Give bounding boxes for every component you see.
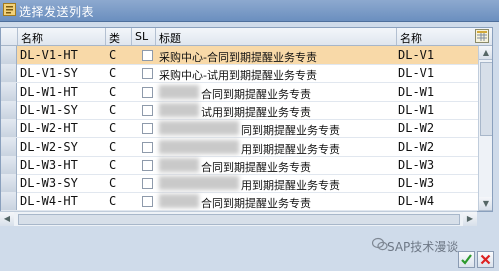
redacted-region (159, 176, 239, 191)
redacted-region (159, 139, 239, 154)
row-selector[interactable] (1, 100, 17, 119)
table-settings-icon[interactable] (475, 29, 489, 43)
table-row[interactable]: DL-W2-HT C 同到期提醒业务专责 DL-W2 (1, 119, 492, 139)
table-row[interactable]: DL-W3-HT C 合同到期提醒业务专责 DL-W3 (1, 155, 492, 175)
cell-title: 同到期提醒业务专责 (241, 124, 340, 138)
cell-type: C (109, 102, 117, 117)
cell-name: DL-V1-SY (20, 66, 78, 81)
column-header-type[interactable]: 类 (109, 30, 120, 46)
cell-name2: DL-V1 (398, 66, 435, 81)
watermark-text: SAP技术漫谈 (387, 240, 459, 254)
row-selector[interactable] (1, 137, 17, 156)
cell-name: DL-W1-SY (20, 102, 78, 117)
column-header-name2[interactable]: 名称 (400, 30, 422, 46)
select-all-corner[interactable] (1, 28, 18, 45)
sl-checkbox[interactable] (142, 123, 153, 135)
sl-checkbox[interactable] (142, 196, 153, 208)
cell-name2: DL-V1 (398, 48, 435, 62)
redacted-region (159, 157, 199, 172)
redacted-region (159, 84, 199, 99)
cell-name2: DL-W4 (398, 194, 435, 209)
cell-type: C (109, 121, 117, 136)
table-row[interactable]: DL-W1-HT C 合同到期提醒业务专责 DL-W1 (1, 82, 492, 102)
cell-name2: DL-W1 (398, 84, 435, 99)
cancel-button[interactable] (477, 251, 494, 268)
sl-checkbox[interactable] (142, 141, 153, 153)
cell-title: 合同到期提醒业务专责 (201, 160, 311, 174)
redacted-region (159, 102, 199, 117)
sl-checkbox[interactable] (142, 159, 153, 171)
cell-title: 采购中心-试用到期提醒业务专责 (159, 69, 317, 83)
scroll-thumb[interactable] (480, 62, 492, 136)
redacted-region (159, 121, 239, 136)
cell-name: DL-W2-HT (20, 121, 78, 136)
vertical-scrollbar[interactable]: ▲ ▼ (478, 46, 492, 211)
row-selector[interactable] (1, 155, 17, 174)
row-selector[interactable] (1, 192, 17, 211)
wechat-icon (372, 237, 388, 251)
sl-checkbox[interactable] (142, 68, 153, 80)
cell-name2: DL-W2 (398, 139, 435, 154)
table-row[interactable]: DL-W2-SY C 用到期提醒业务专责 DL-W2 (1, 137, 492, 157)
table-row[interactable]: DL-V1-SY C 采购中心-试用到期提醒业务专责 DL-V1 (1, 64, 492, 84)
row-selector[interactable] (1, 119, 17, 138)
cell-name: DL-W4-HT (20, 194, 78, 209)
cell-type: C (109, 84, 117, 99)
cell-title: 合同到期提醒业务专责 (201, 197, 311, 211)
sl-checkbox[interactable] (142, 50, 153, 61)
sl-checkbox[interactable] (142, 86, 153, 98)
table-row[interactable]: DL-W3-SY C 用到期提醒业务专责 DL-W3 (1, 174, 492, 194)
checkmark-icon (461, 254, 472, 265)
column-header-name[interactable]: 名称 (21, 30, 43, 46)
cell-type: C (109, 157, 117, 172)
cancel-icon (480, 254, 491, 265)
window-icon (3, 3, 16, 16)
row-selector[interactable] (1, 82, 17, 101)
cell-type: C (109, 66, 117, 81)
cell-type: C (109, 176, 117, 191)
cell-name2: DL-W3 (398, 157, 435, 172)
sl-checkbox[interactable] (142, 178, 153, 190)
row-selector[interactable] (1, 174, 17, 193)
cell-name2: DL-W1 (398, 102, 435, 117)
cell-name: DL-W3-SY (20, 176, 78, 191)
sl-checkbox[interactable] (142, 104, 153, 116)
table-row[interactable]: DL-W4-HT C 合同到期提醒业务专责 DL-W4 (1, 192, 492, 211)
redacted-region (159, 194, 199, 209)
table-header: 名称 类 SL 标题 名称 (1, 28, 492, 46)
column-header-title[interactable]: 标题 (159, 30, 181, 46)
scroll-right-icon[interactable]: ▶ (463, 212, 477, 226)
cell-type: C (109, 48, 117, 62)
horizontal-scrollbar[interactable]: ◀ ▶ (0, 211, 477, 226)
cell-name2: DL-W3 (398, 176, 435, 191)
cell-title: 用到期提醒业务专责 (241, 142, 340, 156)
cell-name: DL-W1-HT (20, 84, 78, 99)
confirm-button[interactable] (458, 251, 475, 268)
cell-title: 合同到期提醒业务专责 (201, 87, 311, 101)
cell-title: 用到期提醒业务专责 (241, 179, 340, 193)
cell-title: 试用到期提醒业务专责 (201, 105, 311, 119)
scroll-left-icon[interactable]: ◀ (0, 212, 14, 226)
window-title: 选择发送列表 (19, 5, 95, 19)
scroll-down-icon[interactable]: ▼ (479, 197, 492, 211)
table-row[interactable]: DL-W1-SY C 试用到期提醒业务专责 DL-W1 (1, 100, 492, 120)
cell-name: DL-V1-HT (20, 48, 78, 62)
scroll-up-icon[interactable]: ▲ (479, 46, 492, 60)
horizontal-scroll-thumb[interactable] (18, 214, 460, 225)
row-selector[interactable] (1, 46, 17, 64)
cell-name: DL-W2-SY (20, 139, 78, 154)
send-list-table: 名称 类 SL 标题 名称 DL-V1-HT C 采购中心-合同到期提醒业务专责 DL… (0, 27, 493, 212)
table-row[interactable]: DL-V1-HT C 采购中心-合同到期提醒业务专责 DL-V1 (1, 46, 492, 65)
cell-title: 采购中心-合同到期提醒业务专责 (159, 51, 317, 64)
cell-type: C (109, 139, 117, 154)
cell-name2: DL-W2 (398, 121, 435, 136)
window-titlebar: 选择发送列表 (0, 0, 499, 22)
cell-type: C (109, 194, 117, 209)
cell-name: DL-W3-HT (20, 157, 78, 172)
column-header-sl[interactable]: SL (135, 30, 148, 43)
row-selector[interactable] (1, 64, 17, 83)
